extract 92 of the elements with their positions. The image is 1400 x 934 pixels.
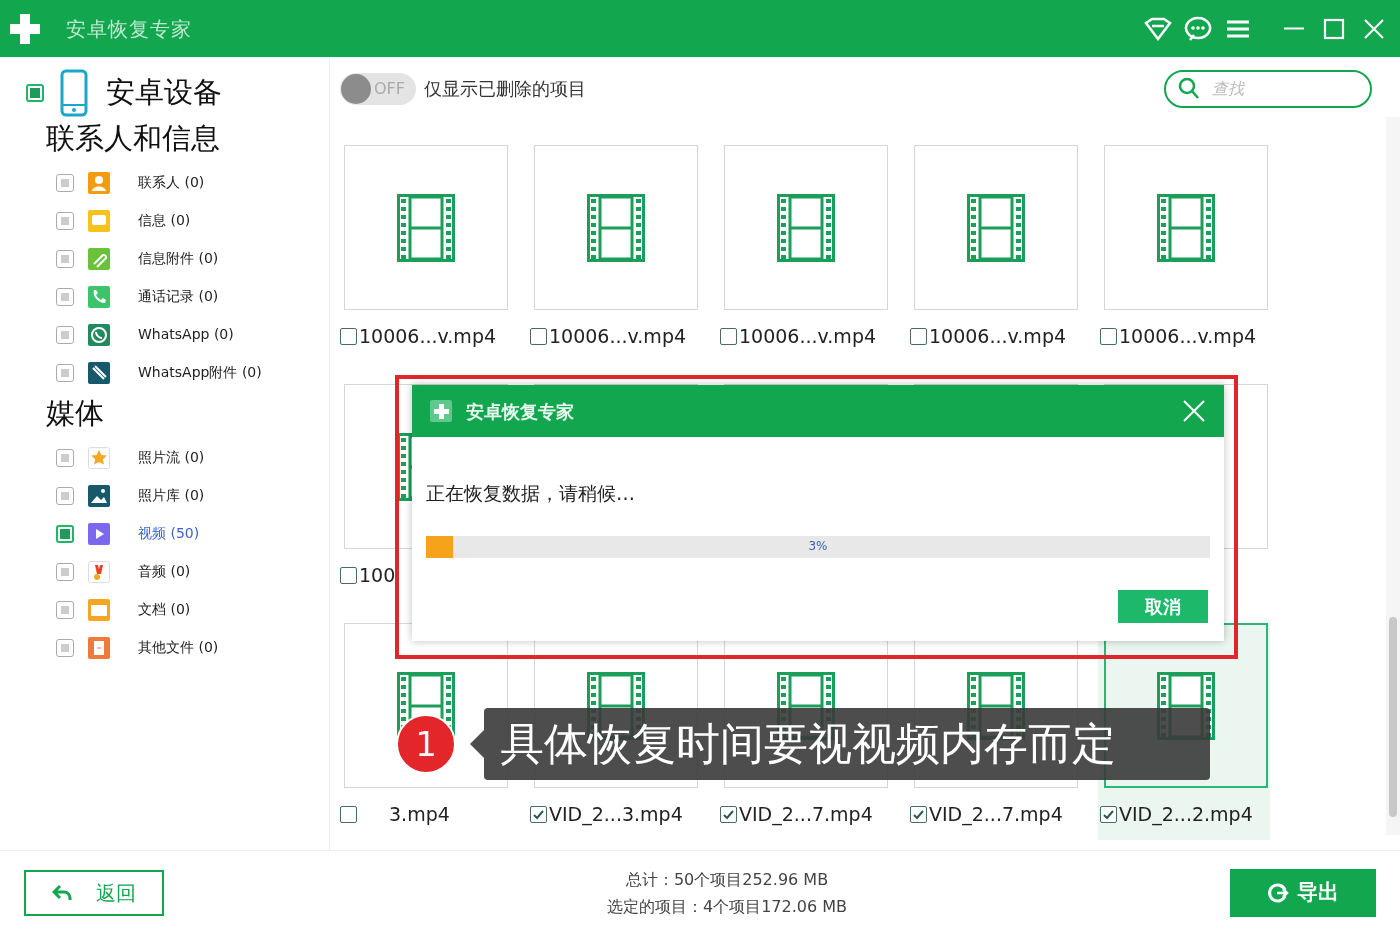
- dialog-title: 安卓恢复专家: [466, 399, 574, 424]
- device-label: 安卓设备: [106, 74, 222, 112]
- video-thumbnail[interactable]: [914, 145, 1078, 310]
- search-icon: [1178, 76, 1200, 101]
- section-heading: 联系人和信息: [46, 121, 221, 156]
- scrollbar[interactable]: [1386, 117, 1400, 835]
- file-name: 10006...v.mp4: [549, 323, 687, 349]
- close-icon: [1182, 399, 1206, 423]
- file-checkbox[interactable]: [720, 805, 737, 823]
- file-name: VID_2...2.mp4: [1119, 801, 1253, 828]
- category-item[interactable]: 照片库 (0): [26, 476, 306, 515]
- category-item[interactable]: 其他文件 (0): [26, 628, 306, 667]
- video-thumbnail[interactable]: [344, 145, 508, 310]
- category-item[interactable]: 信息附件 (0): [26, 239, 306, 278]
- minimize-icon: [1284, 27, 1304, 30]
- device-checkbox[interactable]: [26, 84, 44, 102]
- category-checkbox[interactable]: [56, 638, 74, 657]
- file-name: 10006...v.mp4: [739, 323, 877, 349]
- document-icon: [88, 636, 110, 659]
- film-icon: [777, 193, 835, 262]
- file-checkbox[interactable]: [720, 327, 737, 345]
- maximize-icon: [1323, 17, 1345, 40]
- plus-logo-icon: [8, 11, 42, 46]
- file-checkbox[interactable]: [910, 805, 927, 823]
- film-icon: [397, 193, 455, 262]
- category-checkbox[interactable]: [56, 325, 74, 344]
- window-title: 安卓恢复专家: [66, 15, 192, 43]
- video-thumbnail[interactable]: [534, 145, 698, 310]
- file-checkbox[interactable]: [1100, 327, 1117, 345]
- category-checkbox[interactable]: [56, 524, 74, 543]
- close-icon: [1363, 17, 1385, 40]
- film-icon: [967, 193, 1025, 262]
- film-icon: [587, 193, 645, 262]
- diamond-icon: [1143, 16, 1173, 41]
- category-item[interactable]: 视频 (50): [26, 514, 306, 553]
- file-name: 10006...v.mp4: [1119, 323, 1257, 349]
- film-icon: [1157, 193, 1215, 262]
- file-name: 3.mp4: [389, 801, 450, 827]
- message-icon: [88, 209, 110, 232]
- progress-percent: 3%: [808, 537, 828, 555]
- phone-icon: [60, 69, 88, 117]
- category-checkbox[interactable]: [56, 211, 74, 230]
- category-checkbox[interactable]: [56, 562, 74, 581]
- chat-bubble-icon: [1184, 15, 1212, 42]
- category-checkbox[interactable]: [56, 363, 74, 382]
- category-item[interactable]: 联系人 (0): [26, 163, 306, 202]
- image-icon: [88, 484, 110, 507]
- category-item[interactable]: WhatsApp附件 (0): [26, 353, 306, 392]
- category-checkbox[interactable]: [56, 448, 74, 467]
- file-checkbox[interactable]: [1100, 805, 1117, 823]
- category-checkbox[interactable]: [56, 486, 74, 505]
- paperclip-icon: [88, 361, 110, 384]
- chat-phone-icon: [88, 323, 110, 346]
- category-checkbox[interactable]: [56, 249, 74, 268]
- category-item[interactable]: 照片流 (0): [26, 438, 306, 477]
- category-checkbox[interactable]: [56, 173, 74, 192]
- category-checkbox[interactable]: [56, 600, 74, 619]
- export-icon: [1267, 881, 1289, 904]
- video-thumbnail[interactable]: [1104, 145, 1268, 310]
- file-name: VID_2...7.mp4: [929, 801, 1063, 828]
- total-summary: 总计：50个项目252.96 MB: [625, 868, 829, 891]
- app-logo-icon: [430, 400, 452, 422]
- play-icon: [88, 522, 110, 545]
- phone-icon: [88, 285, 110, 308]
- person-icon: [88, 171, 110, 194]
- video-thumbnail[interactable]: [724, 145, 888, 310]
- file-name: 100: [359, 562, 396, 588]
- file-checkbox[interactable]: [340, 566, 357, 584]
- file-checkbox[interactable]: [910, 327, 927, 345]
- section-heading: 媒体: [46, 395, 105, 431]
- file-checkbox[interactable]: [340, 327, 357, 345]
- search-box[interactable]: 查找: [1164, 69, 1372, 108]
- caption-text: 具体恢复时间要视视频内存而定: [484, 708, 1210, 780]
- file-checkbox[interactable]: [530, 805, 547, 823]
- file-name: VID_2...7.mp4: [739, 801, 873, 828]
- category-item[interactable]: WhatsApp (0): [26, 315, 306, 354]
- category-item[interactable]: 音频 (0): [26, 552, 306, 591]
- paperclip-icon: [88, 247, 110, 270]
- file-name: 10006...v.mp4: [929, 323, 1067, 349]
- back-arrow-icon: [52, 883, 72, 902]
- progress-message: 正在恢复数据，请稍候…: [426, 481, 636, 506]
- file-checkbox[interactable]: [340, 805, 357, 823]
- file-name: VID_2...3.mp4: [549, 801, 683, 828]
- folder-icon: [88, 598, 110, 621]
- selected-summary: 选定的项目：4个项目172.06 MB: [607, 895, 847, 918]
- file-checkbox[interactable]: [530, 327, 547, 345]
- category-item[interactable]: 通话记录 (0): [26, 277, 306, 316]
- filter-label: 仅显示已删除的项目: [424, 77, 586, 101]
- category-checkbox[interactable]: [56, 287, 74, 306]
- category-item[interactable]: 信息 (0): [26, 201, 306, 240]
- file-name: 10006...v.mp4: [359, 323, 497, 349]
- category-item[interactable]: 文档 (0): [26, 590, 306, 629]
